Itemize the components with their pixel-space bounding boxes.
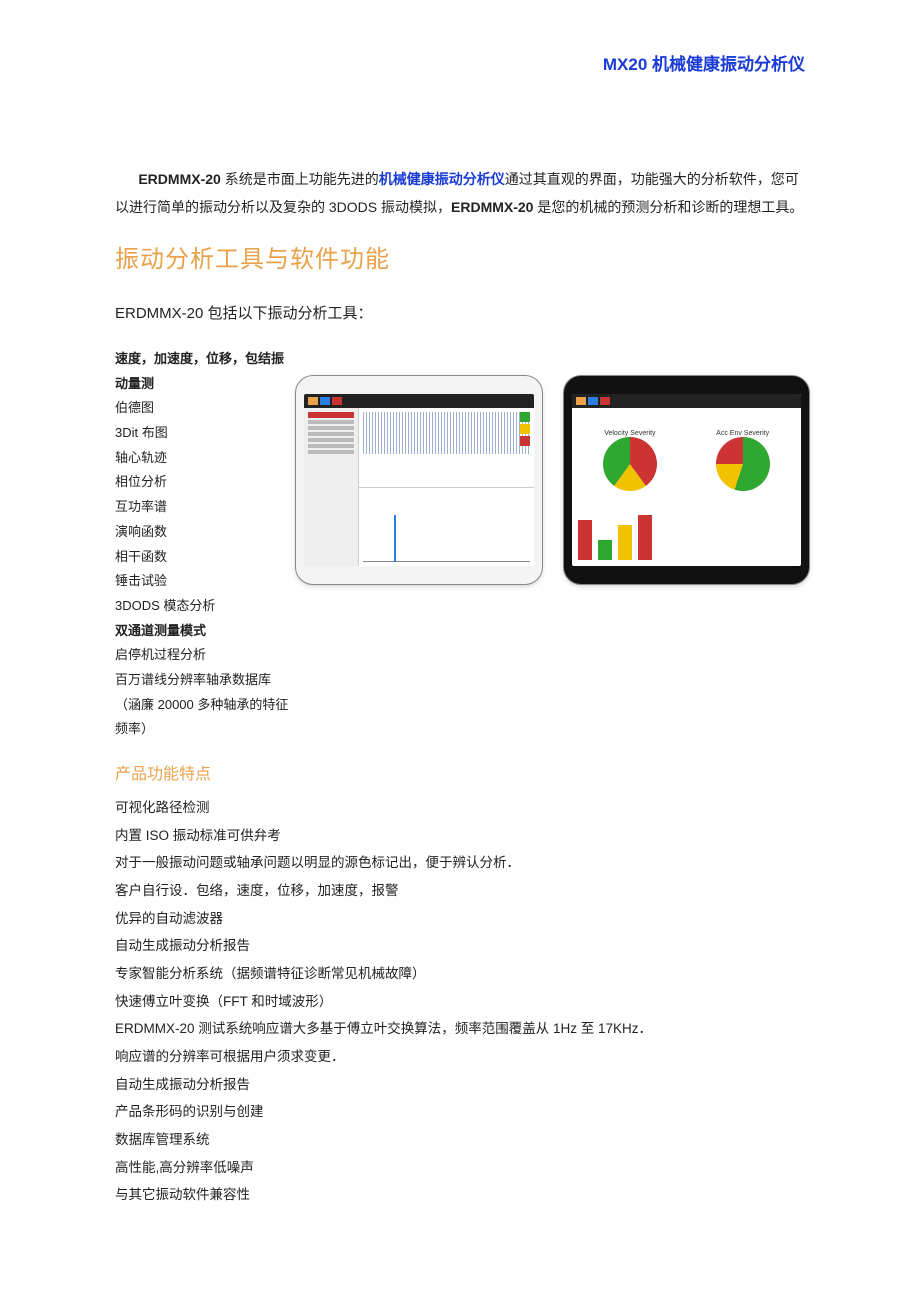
tool-list-item: 相位分析 [115, 470, 295, 495]
tools-subheading: ERDMMX-20 包括以下振动分析工具： [115, 302, 810, 323]
section-heading-tools: 振动分析工具与软件功能 [115, 239, 810, 274]
feature-list-item: 可视化路径检测 [115, 794, 810, 822]
app-toolbar-icon [572, 394, 802, 408]
document-page: MX20 机械健康振动分析仪 ERDMMX-20 系统是市面上功能先进的机械健康… [0, 0, 920, 1301]
app-sidebar-icon [304, 408, 359, 566]
feature-list-item: 数据库管理系统 [115, 1126, 810, 1154]
tool-list-item: 互功率谱 [115, 495, 295, 520]
bar-icon [598, 540, 612, 560]
feature-list-item: 高性能,高分辨率低噪声 [115, 1154, 810, 1182]
intro-lead: ERDMMX-20 [138, 171, 220, 187]
spectrum-plot-icon [359, 488, 533, 567]
chart-label: Velocity Severity [603, 430, 657, 437]
feature-list-item: 快速傅立叶变换（FFT 和时域波形） [115, 988, 810, 1016]
feature-list-item: 内置 ISO 振动标准可供弁考 [115, 822, 810, 850]
feature-list-item: 客户自行设．包络，速度，位移，加速度，报警 [115, 877, 810, 905]
velocity-pie-chart: Velocity Severity [603, 430, 657, 491]
tool-list-item: 相干函数 [115, 545, 295, 570]
intro-paragraph: ERDMMX-20 系统是市面上功能先进的机械健康振动分析仪通过其直观的界面，功… [115, 165, 810, 221]
tablet-right: Velocity Severity Acc Env Severity [563, 375, 811, 585]
intro-product-link[interactable]: 机械健康振动分析仪 [379, 171, 505, 187]
tool-list-item: 3Dit 布图 [115, 421, 295, 446]
feature-list: 可视化路径检测内置 ISO 振动标准可供弁考对于一般振动问题或轴承问题以明显的源… [115, 794, 810, 1209]
feature-list-item: 自动生成振动分析报告 [115, 932, 810, 960]
chart-label: Acc Env Severity [716, 430, 770, 437]
page-title: MX20 机械健康振动分析仪 [115, 50, 810, 75]
tool-list-item: 启停机过程分析 [115, 643, 295, 668]
feature-list-item: 与其它振动软件兼容性 [115, 1181, 810, 1209]
waveform-plot-icon [359, 408, 533, 488]
tool-list-item: 速度，加速度，位移，包结振动量测 [115, 347, 295, 396]
severity-bars [578, 510, 796, 560]
tool-list: 速度，加速度，位移，包结振动量测伯德图3Dit 布图轴心轨迹相位分析互功率谱演响… [115, 347, 295, 742]
feature-list-item: 对于一般振动问题或轴承问题以明显的源色标记出，便于辨认分析． [115, 849, 810, 877]
bar-icon [638, 515, 652, 560]
app-toolbar-icon [304, 394, 534, 408]
tablet-images: Velocity Severity Acc Env Severity [295, 347, 810, 585]
tool-list-item: 锤击试验 [115, 569, 295, 594]
feature-list-item: ERDMMX-20 测试系统响应谱大多基于傅立叶交换算法，频率范围覆盖从 1Hz… [115, 1015, 810, 1043]
feature-list-item: 自动生成振动分析报告 [115, 1071, 810, 1099]
intro-seg3: 是您的机械的预测分析和诊断的理想工具。 [533, 199, 803, 215]
tools-row: 速度，加速度，位移，包结振动量测伯德图3Dit 布图轴心轨迹相位分析互功率谱演响… [115, 347, 810, 742]
pie-chart-icon [603, 437, 657, 491]
tablet-left [295, 375, 543, 585]
feature-list-item: 响应谱的分辨率可根据用户须求变更． [115, 1043, 810, 1071]
tool-list-item: 伯德图 [115, 396, 295, 421]
feature-list-item: 产品条形码的识别与创建 [115, 1098, 810, 1126]
tool-list-item: 3DODS 模态分析 [115, 594, 295, 619]
tool-list-item: 演响函数 [115, 520, 295, 545]
feature-list-item: 专家智能分析系统（据频谱特征诊断常见机械故障） [115, 960, 810, 988]
tablet-right-screen: Velocity Severity Acc Env Severity [572, 394, 802, 566]
tool-list-item: 百万谱线分辨率轴承数据库（涵廉 20000 多种轴承的特征频率） [115, 668, 295, 742]
intro-seg1: 系统是市面上功能先进的 [221, 171, 379, 187]
feature-list-item: 优异的自动滤波器 [115, 905, 810, 933]
section-heading-features: 产品功能特点 [115, 760, 810, 784]
bar-icon [578, 520, 592, 560]
pie-chart-icon [716, 437, 770, 491]
tablet-left-screen [304, 394, 534, 566]
intro-bold2: ERDMMX-20 [451, 199, 533, 215]
tool-list-item: 双通道测量模式 [115, 619, 295, 644]
acc-pie-chart: Acc Env Severity [716, 430, 770, 491]
bar-icon [618, 525, 632, 560]
tool-list-item: 轴心轨迹 [115, 446, 295, 471]
